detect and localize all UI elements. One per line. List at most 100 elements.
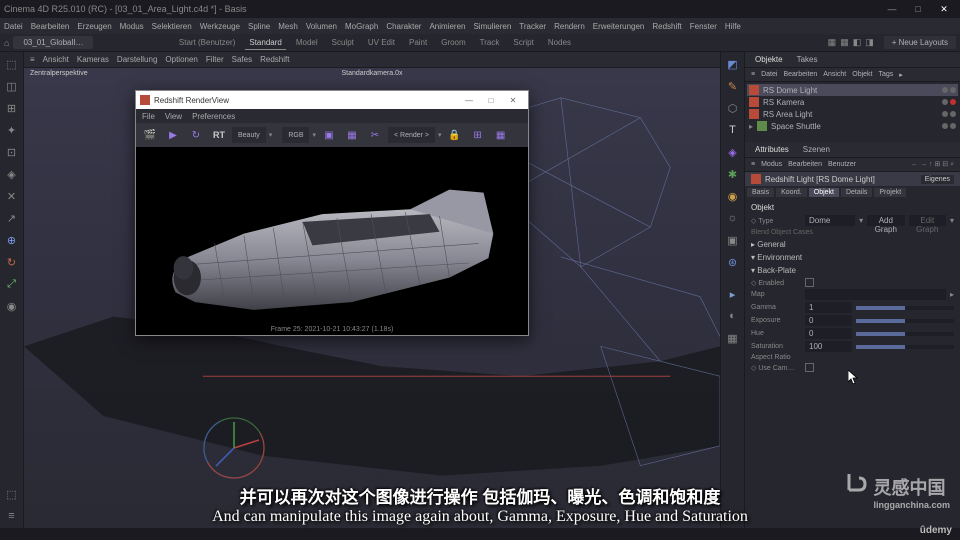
scene-tab[interactable]: Szenen	[799, 144, 834, 155]
menu-item[interactable]: Spline	[248, 22, 270, 31]
menu-item[interactable]: Bearbeiten	[31, 22, 70, 31]
render-output[interactable]: Frame 25: 2021-10-21 10:43:27 (1.18s)	[136, 147, 528, 335]
attr-tab[interactable]: Basis	[747, 188, 774, 197]
aov-dropdown[interactable]: Beauty	[232, 127, 266, 143]
renderview-window[interactable]: Redshift RenderView — □ ✕ File View Pref…	[135, 90, 529, 336]
add-graph-button[interactable]: Add Graph	[867, 215, 904, 226]
exposure-slider[interactable]	[856, 319, 954, 323]
tool-icon[interactable]: ⬚	[2, 484, 22, 504]
rv-min-button[interactable]: —	[458, 96, 480, 105]
mode-tab[interactable]: Nodes	[544, 36, 575, 50]
panel-menu[interactable]: Ansicht	[823, 71, 846, 78]
menu-item[interactable]: Fenster	[690, 22, 717, 31]
camera-icon[interactable]: ▣	[723, 230, 743, 250]
mode-tab[interactable]: Standard	[245, 36, 285, 50]
menu-item[interactable]: Datei	[4, 22, 23, 31]
type-dropdown[interactable]: Dome	[805, 215, 855, 226]
tool-icon[interactable]: ≡	[2, 506, 22, 526]
objects-tab[interactable]: Objekte	[751, 54, 787, 65]
document-tab[interactable]: 03_01_GlobalI…	[13, 36, 93, 49]
play-icon[interactable]: ▶	[163, 125, 183, 145]
mode-tab[interactable]: UV Edit	[364, 36, 399, 50]
mode-dropdown[interactable]: Eigenes	[921, 175, 954, 184]
checker-icon[interactable]: ▦	[723, 328, 743, 348]
menu-item[interactable]: Hilfe	[725, 22, 741, 31]
toolbar-icon[interactable]: ◨	[865, 37, 874, 48]
mode-tab[interactable]: Start (Benutzer)	[175, 36, 239, 50]
rv-max-button[interactable]: □	[480, 96, 502, 105]
rv-menu-item[interactable]: Preferences	[192, 112, 235, 121]
menu-item[interactable]: Animieren	[429, 22, 465, 31]
hue-field[interactable]: 0	[805, 328, 852, 339]
viewport-menu[interactable]: Ansicht	[43, 55, 69, 64]
panel-menu[interactable]: ▸	[899, 71, 903, 79]
attr-tab[interactable]: Details	[841, 188, 872, 197]
panel-menu[interactable]: Tags	[879, 71, 894, 78]
object-item-camera[interactable]: RS Kamera	[747, 96, 958, 108]
tool-icon[interactable]: ⊞	[2, 98, 22, 118]
tool-icon[interactable]: ⤢	[2, 274, 22, 294]
tool-icon[interactable]: ◈	[2, 164, 22, 184]
exposure-field[interactable]: 0	[805, 315, 852, 326]
tool-icon[interactable]: ⊡	[2, 142, 22, 162]
menu-item[interactable]: Erweiterungen	[593, 22, 645, 31]
object-item-area-light[interactable]: RS Area Light	[747, 108, 958, 120]
window-min-button[interactable]: —	[880, 2, 904, 16]
toolbar-icon[interactable]: ◧	[853, 37, 862, 48]
mode-tab[interactable]: Groom	[437, 36, 469, 50]
tool-icon[interactable]: ⊕	[2, 230, 22, 250]
panel-menu[interactable]: Bearbeiten	[783, 71, 817, 78]
hue-slider[interactable]	[856, 332, 954, 336]
enabled-checkbox[interactable]	[805, 278, 814, 287]
region-icon[interactable]: ▣	[319, 125, 339, 145]
edit-graph-button[interactable]: Edit Graph	[909, 215, 946, 226]
saturation-slider[interactable]	[856, 345, 954, 349]
crop-icon[interactable]: ✂	[365, 125, 385, 145]
tool-icon[interactable]: ↻	[2, 252, 22, 272]
render-dropdown[interactable]: < Render >	[388, 127, 435, 143]
material-icon[interactable]: ◐	[723, 306, 743, 326]
menu-item[interactable]: MoGraph	[345, 22, 378, 31]
section-backplate[interactable]: ▾ Back-Plate	[751, 264, 954, 277]
menu-item[interactable]: Werkzeuge	[200, 22, 240, 31]
viewport-menu[interactable]: Darstellung	[117, 55, 157, 64]
tool-icon[interactable]: ↗	[2, 208, 22, 228]
clapper-icon[interactable]: 🎬	[140, 125, 160, 145]
grid-icon[interactable]: ⊞	[468, 125, 488, 145]
tool-icon[interactable]: ⬚	[2, 54, 22, 74]
shape-icon[interactable]: ⬡	[723, 98, 743, 118]
menu-item[interactable]: Modus	[120, 22, 144, 31]
menu-item[interactable]: Simulieren	[473, 22, 511, 31]
window-max-button[interactable]: □	[906, 2, 930, 16]
text-icon[interactable]: T	[723, 120, 743, 140]
toolbar-icon[interactable]: ▦	[828, 37, 837, 48]
rv-menu-item[interactable]: File	[142, 112, 155, 121]
home-icon[interactable]: ⌂	[4, 38, 9, 48]
mode-tab[interactable]: Script	[509, 36, 537, 50]
use-cam-checkbox[interactable]	[805, 363, 814, 372]
attr-tab[interactable]: Koord.	[776, 188, 807, 197]
compare-icon[interactable]: ▦	[491, 125, 511, 145]
cube-icon[interactable]: ◩	[723, 54, 743, 74]
mode-tab[interactable]: Sculpt	[328, 36, 358, 50]
deform-icon[interactable]: ◈	[723, 142, 743, 162]
tool-icon[interactable]: ◉	[2, 296, 22, 316]
viewport-menu[interactable]: Optionen	[165, 55, 197, 64]
saturation-field[interactable]: 100	[805, 341, 852, 352]
window-close-button[interactable]: ✕	[932, 2, 956, 16]
viewport-menu[interactable]: Kameras	[77, 55, 109, 64]
viewport-menu[interactable]: Redshift	[260, 55, 289, 64]
menu-item[interactable]: Redshift	[652, 22, 681, 31]
mode-tab[interactable]: Model	[292, 36, 322, 50]
pen-icon[interactable]: ✎	[723, 76, 743, 96]
snapshot-icon[interactable]: ▦	[342, 125, 362, 145]
rv-menu-item[interactable]: View	[165, 112, 182, 121]
tool-icon[interactable]: ✕	[2, 186, 22, 206]
tool-icon[interactable]: ✦	[2, 120, 22, 140]
viewport-menu[interactable]: ≡	[30, 55, 35, 64]
menu-item[interactable]: Tracker	[519, 22, 546, 31]
mograph-icon[interactable]: ✱	[723, 164, 743, 184]
gamma-slider[interactable]	[856, 306, 954, 310]
panel-menu[interactable]: ≡	[751, 71, 755, 78]
lock-icon[interactable]: 🔒	[445, 125, 465, 145]
